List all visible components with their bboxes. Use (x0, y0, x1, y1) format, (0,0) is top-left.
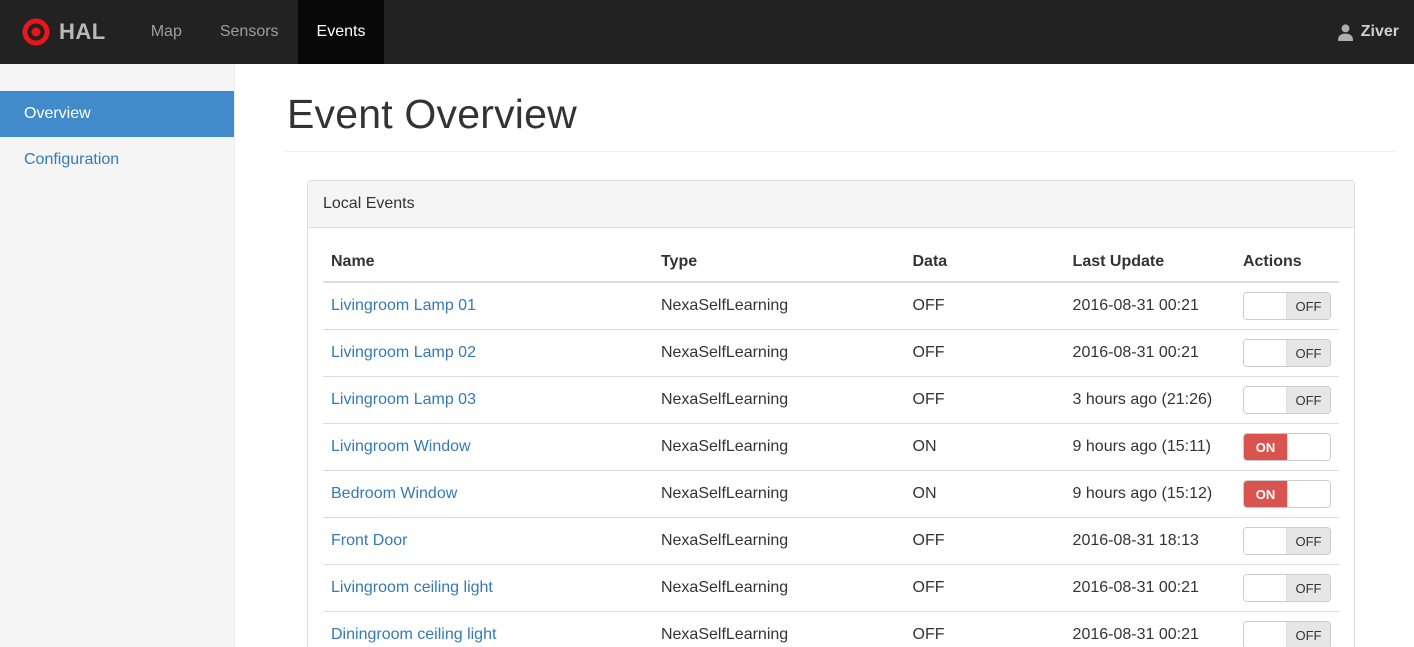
event-last-update: 2016-08-31 00:21 (1064, 564, 1235, 612)
event-data: OFF (904, 517, 1065, 565)
column-header-last-update: Last Update (1064, 243, 1235, 283)
event-name-link[interactable]: Livingroom Lamp 01 (331, 297, 476, 314)
event-name-link[interactable]: Livingroom ceiling light (331, 579, 493, 596)
event-last-update: 2016-08-31 00:21 (1064, 281, 1235, 330)
events-table: Name Type Data Last Update Actions Livingroo… (323, 243, 1339, 647)
table-row: Bedroom Window NexaSelfLearning ON 9 hours … (323, 470, 1339, 518)
event-data: ON (904, 470, 1065, 518)
table-row: Livingroom ceiling light NexaSelfLearning… (323, 564, 1339, 612)
event-name-link[interactable]: Livingroom Lamp 03 (331, 391, 476, 408)
table-row: Livingroom Lamp 02 NexaSelfLearning OFF 201… (323, 329, 1339, 377)
navbar: HAL Map Sensors Events Ziver (0, 0, 1414, 64)
table-row: Livingroom Lamp 03 NexaSelfLearning OFF 3 h… (323, 376, 1339, 424)
event-toggle-switch[interactable]: OFF (1243, 621, 1331, 647)
event-name-link[interactable]: Livingroom Window (331, 438, 471, 455)
event-data: OFF (904, 376, 1065, 424)
event-last-update: 2016-08-31 00:21 (1064, 611, 1235, 647)
toggle-handle (1286, 434, 1330, 460)
main-content: Event Overview Local Events Name Type Data… (235, 64, 1414, 647)
event-type: NexaSelfLearning (652, 423, 905, 471)
user-name: Ziver (1360, 23, 1399, 40)
toggle-state-label: OFF (1287, 387, 1330, 413)
event-last-update: 2016-08-31 18:13 (1064, 517, 1235, 565)
event-toggle-switch[interactable]: OFF (1243, 339, 1331, 367)
event-data: OFF (904, 564, 1065, 612)
event-last-update: 9 hours ago (15:11) (1064, 423, 1235, 471)
toggle-state-label: OFF (1287, 622, 1330, 647)
toggle-handle (1244, 387, 1288, 413)
toggle-state-label: ON (1244, 481, 1287, 507)
toggle-state-label: OFF (1287, 528, 1330, 554)
event-type: NexaSelfLearning (652, 611, 905, 647)
nav-item-map[interactable]: Map (132, 0, 201, 64)
page-title: Event Overview (287, 91, 577, 137)
page-header: Event Overview (285, 91, 1395, 152)
event-type: NexaSelfLearning (652, 329, 905, 377)
event-toggle-switch[interactable]: OFF (1243, 292, 1331, 320)
column-header-actions: Actions (1234, 243, 1339, 283)
table-row: Diningroom ceiling light NexaSelfLearning… (323, 611, 1339, 647)
brand-label: HAL (59, 19, 106, 44)
toggle-handle (1244, 340, 1288, 366)
event-type: NexaSelfLearning (652, 470, 905, 518)
event-name-link[interactable]: Livingroom Lamp 02 (331, 344, 476, 361)
brand[interactable]: HAL (0, 0, 114, 64)
sidebar-item-overview[interactable]: Overview (0, 91, 234, 137)
local-events-panel: Local Events Name Type Data Last Update Acti… (307, 180, 1355, 647)
panel-body: Name Type Data Last Update Actions Livingroo… (308, 228, 1354, 647)
toggle-state-label: OFF (1287, 293, 1330, 319)
event-last-update: 3 hours ago (21:26) (1064, 376, 1235, 424)
event-last-update: 9 hours ago (15:12) (1064, 470, 1235, 518)
toggle-state-label: ON (1244, 434, 1287, 460)
toggle-handle (1244, 293, 1288, 319)
toggle-handle (1244, 622, 1288, 647)
event-data: OFF (904, 281, 1065, 330)
table-row: Livingroom Lamp 01 NexaSelfLearning OFF 201… (323, 281, 1339, 330)
event-name-link[interactable]: Diningroom ceiling light (331, 626, 496, 643)
event-type: NexaSelfLearning (652, 376, 905, 424)
column-header-name: Name (323, 243, 653, 283)
user-icon (1337, 23, 1354, 41)
hal-logo-icon (22, 18, 50, 46)
event-data: OFF (904, 611, 1065, 647)
toggle-handle (1286, 481, 1330, 507)
sidebar: Overview Configuration (0, 64, 235, 647)
event-toggle-switch[interactable]: ON (1243, 433, 1331, 461)
event-type: NexaSelfLearning (652, 564, 905, 612)
nav-item-sensors[interactable]: Sensors (201, 0, 298, 64)
nav-item-events[interactable]: Events (297, 0, 385, 64)
panel-title: Local Events (308, 181, 1354, 228)
event-toggle-switch[interactable]: ON (1243, 480, 1331, 508)
toggle-state-label: OFF (1287, 575, 1330, 601)
table-row: Livingroom Window NexaSelfLearning ON 9 hou… (323, 423, 1339, 471)
toggle-handle (1244, 575, 1288, 601)
event-toggle-switch[interactable]: OFF (1243, 386, 1331, 414)
event-data: OFF (904, 329, 1065, 377)
event-last-update: 2016-08-31 00:21 (1064, 329, 1235, 377)
event-type: NexaSelfLearning (652, 517, 905, 565)
event-name-link[interactable]: Bedroom Window (331, 485, 457, 502)
event-toggle-switch[interactable]: OFF (1243, 574, 1331, 602)
event-toggle-switch[interactable]: OFF (1243, 527, 1331, 555)
toggle-handle (1244, 528, 1288, 554)
event-data: ON (904, 423, 1065, 471)
column-header-data: Data (904, 243, 1065, 283)
column-header-type: Type (652, 243, 905, 283)
table-header-row: Name Type Data Last Update Actions (323, 243, 1339, 283)
event-type: NexaSelfLearning (652, 281, 905, 330)
event-name-link[interactable]: Front Door (331, 532, 407, 549)
table-row: Front Door NexaSelfLearning OFF 2016-08-31 … (323, 517, 1339, 565)
main-nav: Map Sensors Events (132, 0, 385, 64)
sidebar-item-configuration[interactable]: Configuration (0, 137, 234, 183)
user-menu[interactable]: Ziver (1322, 0, 1414, 64)
toggle-state-label: OFF (1287, 340, 1330, 366)
